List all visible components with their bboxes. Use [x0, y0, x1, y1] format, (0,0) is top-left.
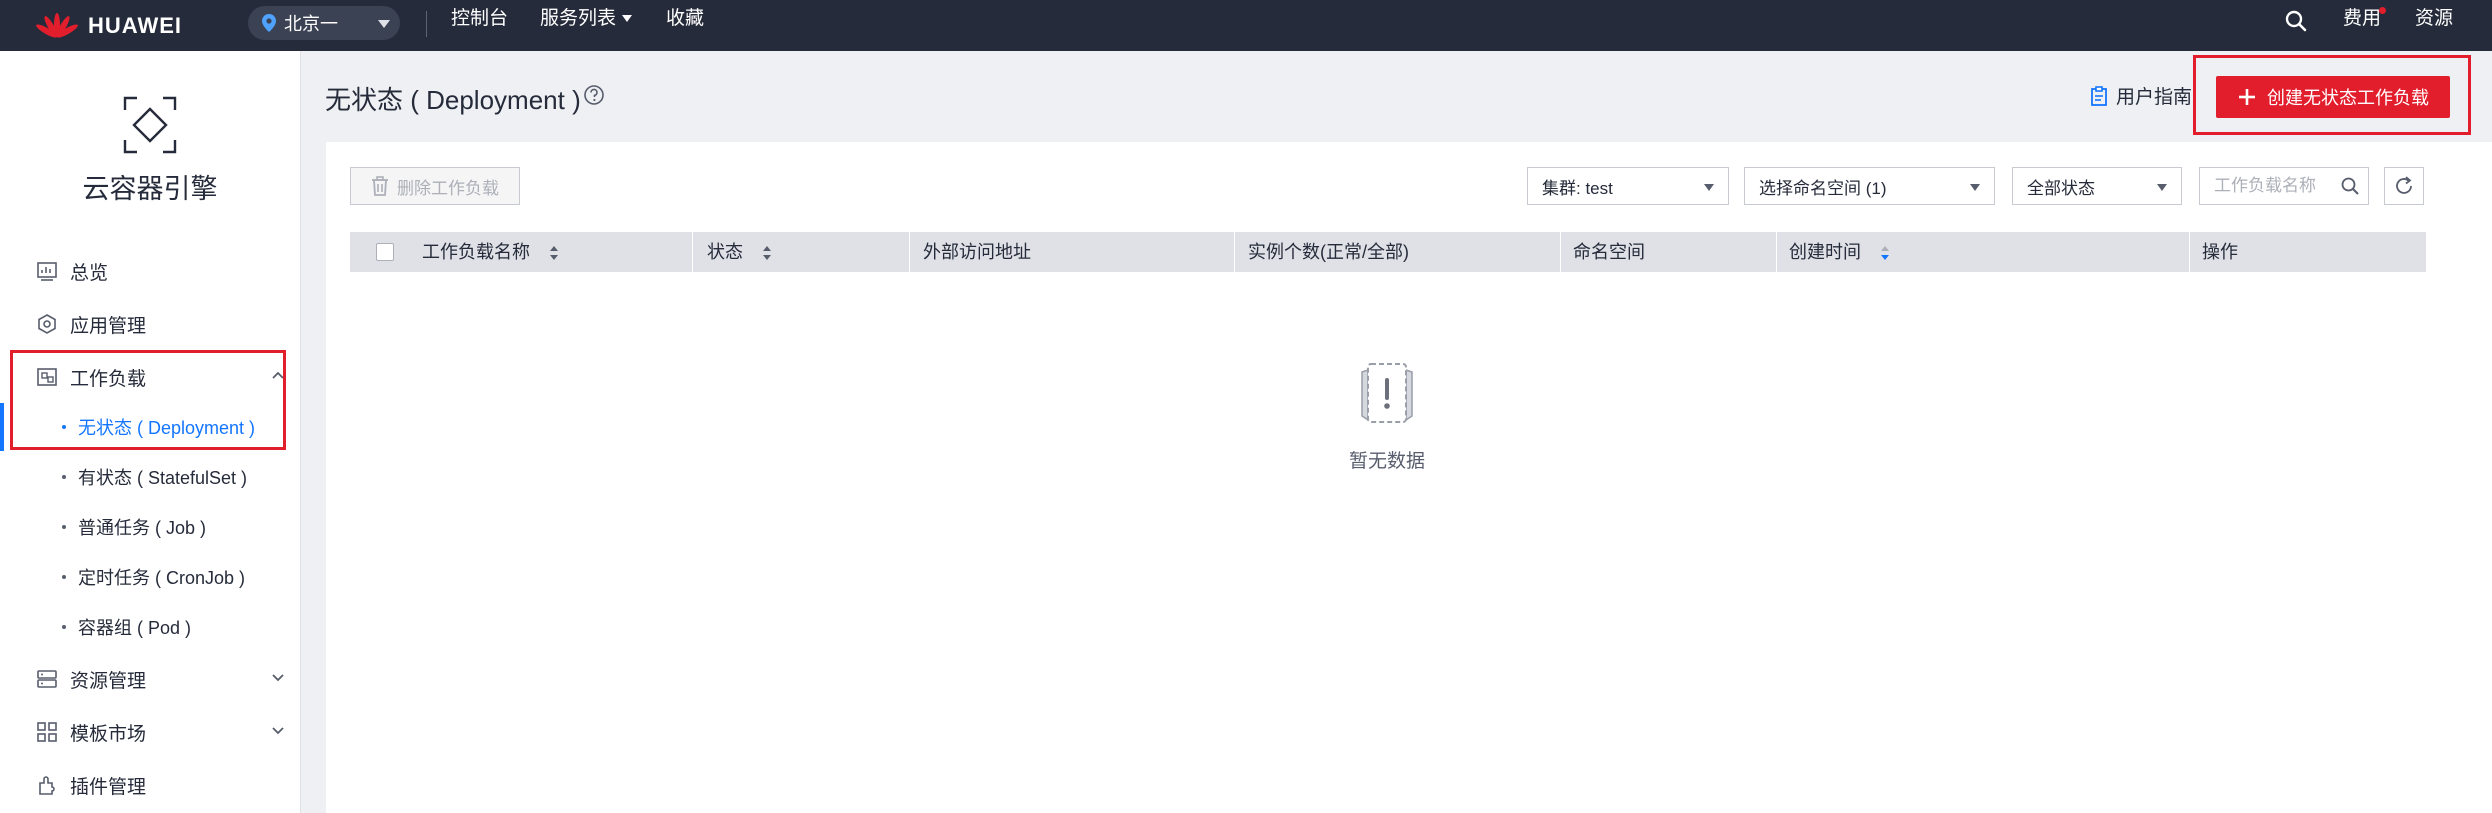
template-icon: [36, 721, 58, 743]
sidebar-subitem-label: 容器组 ( Pod ): [78, 618, 192, 638]
nav-service-list[interactable]: 服务列表: [540, 0, 633, 40]
location-pin-icon: [262, 14, 276, 32]
sidebar-item-plugin-management[interactable]: 插件管理: [0, 761, 300, 809]
bullet: [62, 475, 66, 479]
delete-button-label: 删除工作负载: [397, 178, 499, 198]
sidebar-item-label: 应用管理: [70, 315, 147, 337]
clipboard-icon: [2091, 85, 2107, 106]
sidebar-subitem-label: 有状态 ( StatefulSet ): [78, 468, 248, 488]
empty-state-text: 暂无数据: [1348, 451, 1425, 472]
search-icon[interactable]: [2284, 9, 2308, 38]
sidebar-item-overview[interactable]: 总览: [0, 247, 300, 295]
bullet: [62, 575, 66, 579]
sort-icon[interactable]: [549, 245, 559, 261]
nav-resources[interactable]: 资源: [2415, 0, 2453, 40]
refresh-icon: [2396, 176, 2412, 194]
column-label: 工作负载名称: [422, 242, 530, 262]
workload-search-box: [2199, 167, 2369, 205]
caret-down-icon: [2157, 184, 2167, 191]
workload-search-input[interactable]: [2212, 175, 2336, 197]
sidebar-item-label: 模板市场: [70, 723, 147, 745]
caret-down-icon: [1970, 184, 1980, 191]
cce-service-icon: [123, 96, 177, 159]
column-header-status[interactable]: 状态: [707, 232, 772, 272]
namespace-select[interactable]: 选择命名空间 (1): [1744, 167, 1995, 205]
sidebar-subitem-cronjob[interactable]: 定时任务 ( CronJob ): [0, 553, 300, 601]
sidebar-subitem-pod[interactable]: 容器组 ( Pod ): [0, 603, 300, 651]
sidebar-subitem-label: 定时任务 ( CronJob ): [78, 568, 246, 588]
cluster-select[interactable]: 集群: test: [1527, 167, 1729, 205]
notification-dot: [2379, 7, 2386, 14]
plus-icon: [2239, 89, 2255, 105]
sidebar-subitem-job[interactable]: 普通任务 ( Job ): [0, 503, 300, 551]
sort-icon[interactable]: [762, 245, 772, 261]
caret-down-icon: [622, 15, 633, 23]
app-manage-icon: [36, 313, 58, 335]
help-icon[interactable]: [583, 84, 605, 111]
caret-down-icon: [1704, 184, 1714, 191]
sidebar-subitem-statefulset[interactable]: 有状态 ( StatefulSet ): [0, 453, 300, 501]
plugin-icon: [36, 774, 58, 796]
sort-desc-icon[interactable]: [1880, 245, 1890, 261]
column-header-namespace: 命名空间: [1573, 242, 1645, 262]
column-header-external-address: 外部访问地址: [923, 242, 1031, 262]
column-divider: [1776, 232, 1777, 272]
create-deployment-button[interactable]: 创建无状态工作负载: [2216, 76, 2450, 118]
column-divider: [2189, 232, 2190, 272]
column-header-actions: 操作: [2202, 242, 2238, 262]
column-divider: [1560, 232, 1561, 272]
column-divider: [909, 232, 910, 272]
nav-console[interactable]: 控制台: [451, 0, 508, 40]
column-divider: [692, 232, 693, 272]
sidebar-item-app-management[interactable]: 应用管理: [0, 300, 300, 348]
column-label: 创建时间: [1789, 242, 1861, 262]
column-header-instances: 实例个数(正常/全部): [1248, 242, 1409, 262]
huawei-logo[interactable]: HUAWEI: [36, 0, 182, 51]
namespace-select-value: 选择命名空间 (1): [1759, 178, 1887, 198]
refresh-button[interactable]: [2384, 167, 2424, 205]
status-select[interactable]: 全部状态: [2012, 167, 2182, 205]
sidebar-item-label: 总览: [70, 262, 109, 284]
chevron-down-icon: [270, 722, 286, 744]
cluster-select-value: 集群: test: [1542, 178, 1613, 198]
service-title: 云容器引擎: [82, 174, 218, 204]
sidebar-subitem-label: 普通任务 ( Job ): [78, 518, 207, 538]
sidebar-item-resource-management[interactable]: 资源管理: [0, 655, 300, 703]
column-header-name[interactable]: 工作负载名称: [422, 232, 559, 272]
highlight-box: [10, 350, 286, 450]
delete-workload-button[interactable]: 删除工作负载: [350, 167, 520, 205]
region-selector[interactable]: 北京一: [248, 6, 400, 40]
nav-service-list-label: 服务列表: [540, 8, 617, 29]
top-navigation-bar: HUAWEI 北京一 控制台 服务列表 收藏 费用 资源: [0, 0, 2492, 51]
resource-icon: [36, 668, 58, 690]
column-divider: [1234, 232, 1235, 272]
create-button-label: 创建无状态工作负载: [2267, 88, 2429, 108]
dashboard-icon: [36, 260, 58, 282]
region-name: 北京一: [284, 14, 338, 34]
user-guide-link[interactable]: 用户指南: [2090, 82, 2192, 109]
caret-down-icon: [378, 20, 390, 28]
empty-data-icon: [1352, 358, 1422, 433]
huawei-petal-icon: [36, 12, 78, 38]
chevron-down-icon: [270, 669, 286, 691]
brand-name: HUAWEI: [88, 12, 182, 38]
sidebar-item-label: 资源管理: [70, 670, 147, 692]
bullet: [62, 625, 66, 629]
nav-favorites[interactable]: 收藏: [666, 0, 704, 40]
select-all-checkbox[interactable]: [376, 243, 394, 261]
trash-icon: [372, 176, 388, 196]
column-label: 状态: [707, 242, 743, 262]
column-header-created[interactable]: 创建时间: [1789, 232, 1890, 272]
sidebar-item-label: 插件管理: [70, 776, 147, 798]
sidebar-item-template-market[interactable]: 模板市场: [0, 708, 300, 756]
user-guide-label: 用户指南: [2116, 87, 2193, 108]
search-icon[interactable]: [2340, 176, 2360, 196]
nav-billing[interactable]: 费用: [2343, 0, 2381, 40]
divider: [426, 11, 427, 37]
status-select-value: 全部状态: [2027, 178, 2095, 198]
page-title: 无状态 ( Deployment ): [325, 85, 581, 115]
bullet: [62, 525, 66, 529]
